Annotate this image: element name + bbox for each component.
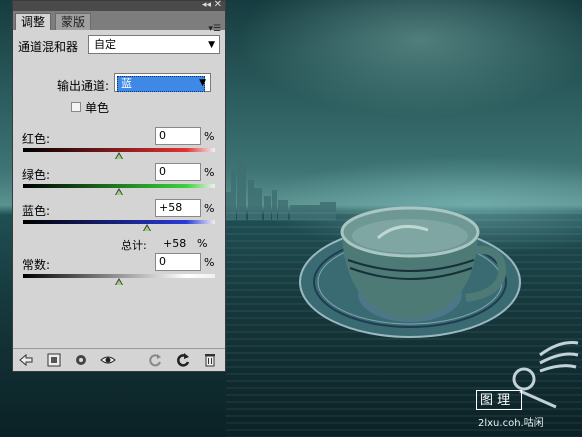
total-label: 总计: [121,239,147,252]
green-label: 绿色: [22,168,51,182]
blue-slider-thumb[interactable] [142,224,151,231]
red-unit: % [204,130,215,143]
monochrome-checkbox[interactable] [71,102,81,112]
red-label: 红色: [22,132,51,146]
clip-to-layer-icon[interactable] [46,352,62,368]
constant-label: 常数: [22,258,51,272]
green-unit: % [204,166,215,179]
green-value-input[interactable]: 0 [155,163,201,181]
constant-value-input[interactable]: 0 [155,253,201,271]
total-value: +58 [163,237,187,250]
preset-dropdown[interactable]: 自定 ▼ [88,35,220,54]
chevron-down-icon: ▼ [208,40,215,50]
panel-tabs: 调整 蒙版 ▾☰ [13,11,225,34]
panel-menu-icon[interactable]: ▾☰ [208,24,221,34]
trash-icon[interactable] [202,352,218,368]
panel-titlebar: ◂◂ ✕ [13,0,225,11]
monochrome-label: 单色 [85,101,110,115]
green-slider-thumb[interactable] [115,188,123,195]
output-channel-dropdown[interactable]: 蓝 ▼ [114,73,211,92]
chevron-down-icon: ▼ [199,78,206,88]
red-value-input[interactable]: 0 [155,127,201,145]
tab-adjustments[interactable]: 调整 [15,13,52,30]
preset-label: 通道混和器 [18,40,79,54]
output-channel-value: 蓝 [117,76,205,92]
reset-icon[interactable] [147,352,163,368]
preset-value: 自定 [94,38,116,51]
tab-masks[interactable]: 蒙版 [55,13,92,30]
constant-unit: % [204,256,215,269]
collapse-icon[interactable]: ◂◂ [202,0,211,11]
watermark-box-text: 图 理 [476,390,522,410]
output-channel-label: 输出通道: [57,79,110,93]
constant-slider-thumb[interactable] [115,278,123,285]
blue-label: 蓝色: [22,204,51,218]
teacup-on-saucer [299,206,521,338]
blue-value-input[interactable]: +58 [155,199,201,217]
watermark-url-text: 2lxu.coh.咕闲 [478,418,544,429]
adjustments-panel: ◂◂ ✕ 调整 蒙版 ▾☰ 通道混和器 自定 ▼ 输出通道: 蓝 ▼ 单色 红色… [12,0,226,372]
view-previous-icon[interactable] [73,352,89,368]
refresh-icon[interactable] [175,352,191,368]
back-arrow-icon[interactable] [18,352,34,368]
panel-bottom-toolbar [13,348,225,371]
visibility-eye-icon[interactable] [100,352,116,368]
blue-slider-track[interactable] [23,220,215,224]
close-icon[interactable]: ✕ [214,0,222,11]
blue-unit: % [204,202,215,215]
red-slider-thumb[interactable] [115,152,123,159]
total-unit: % [197,237,208,250]
